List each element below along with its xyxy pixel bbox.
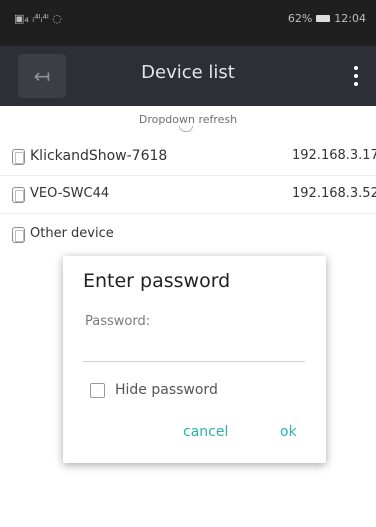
page-title: Device list xyxy=(141,62,235,83)
refresh-arrow-icon xyxy=(179,126,193,132)
phone-icon xyxy=(12,149,25,165)
status-time: 12:04 xyxy=(334,12,366,25)
cancel-button[interactable]: cancel xyxy=(183,424,228,440)
device-name: KlickandShow-7618 xyxy=(30,148,168,164)
dialog-title: Enter password xyxy=(83,270,231,292)
device-row[interactable]: KlickandShow-7618 192.168.3.17 xyxy=(0,138,376,176)
overflow-menu-button[interactable] xyxy=(344,56,368,96)
hide-password-toggle[interactable]: Hide password xyxy=(90,382,218,398)
password-dialog: Enter password Password: Hide password c… xyxy=(63,256,326,463)
status-right: 62% 12:04 xyxy=(288,12,366,25)
ok-button[interactable]: ok xyxy=(280,424,297,440)
device-ip: 192.168.3.17 xyxy=(292,148,376,163)
phone-icon xyxy=(12,227,25,243)
status-icons: ▣₄ ᵢ⁴ˡᵢ⁴ˡ ◌ xyxy=(14,12,62,25)
phone-icon xyxy=(12,187,25,203)
battery-percent: 62% xyxy=(287,12,313,25)
device-row[interactable]: Other device xyxy=(0,216,376,254)
device-ip: 192.168.3.52 xyxy=(292,186,376,201)
hide-password-label: Hide password xyxy=(115,382,218,398)
status-bar: ▣₄ ᵢ⁴ˡᵢ⁴ˡ ◌ 62% 12:04 xyxy=(0,0,376,52)
device-row[interactable]: VEO-SWC44 192.168.3.52 xyxy=(0,176,376,214)
battery-icon xyxy=(316,15,331,22)
app-bar: ↤ Device list xyxy=(0,46,376,106)
password-input[interactable] xyxy=(83,336,305,362)
password-label: Password: xyxy=(85,314,151,329)
overflow-menu-icon xyxy=(354,66,358,70)
device-name: Other device xyxy=(30,226,114,241)
refresh-hint: Dropdown refresh xyxy=(138,113,238,126)
device-name: VEO-SWC44 xyxy=(30,186,110,201)
hide-password-checkbox[interactable] xyxy=(90,382,105,398)
